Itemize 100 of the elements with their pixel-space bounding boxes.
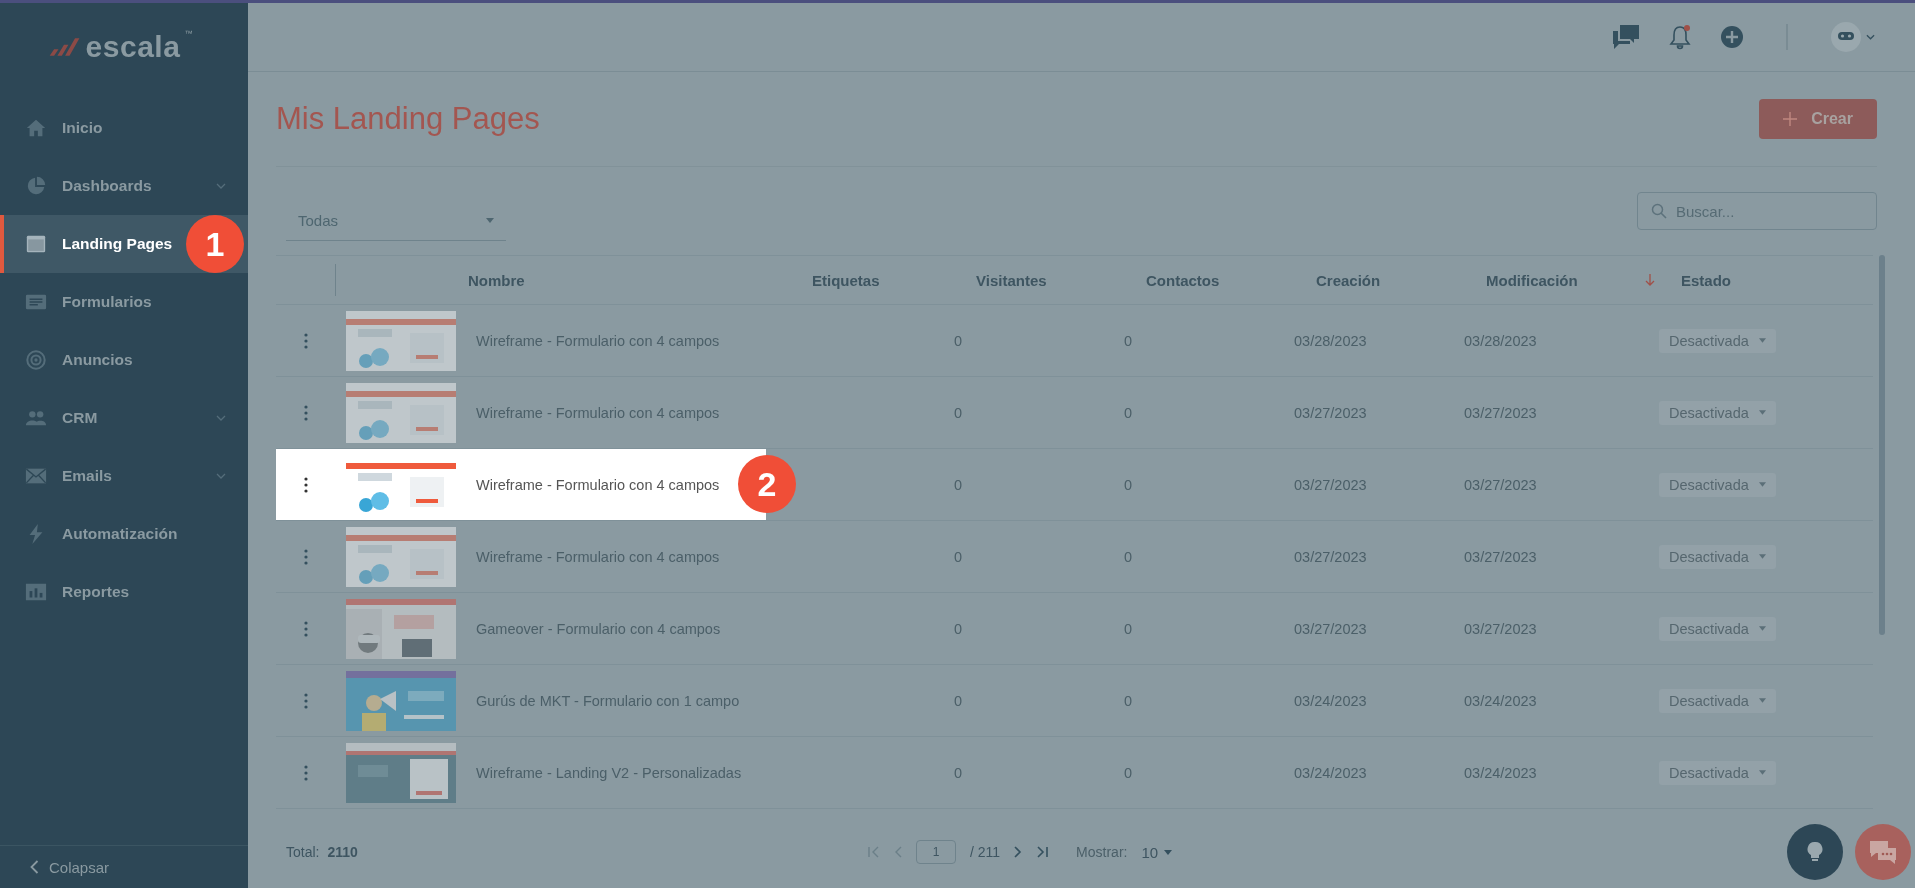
table-cell[interactable]: Wireframe - Formulario con 4 campos — [476, 476, 720, 493]
table-cell[interactable]: Wireframe - Landing V2 - Personalizadas — [476, 764, 742, 781]
table-cell[interactable]: Gameover - Formulario con 4 campos — [476, 620, 721, 637]
trademark-mark: ™ — [184, 29, 193, 38]
caret-down-icon — [1758, 554, 1766, 559]
search-icon — [1651, 203, 1667, 219]
caret-down-icon — [1758, 626, 1766, 631]
sidebar-item[interactable]: Emails — [0, 447, 248, 505]
sidebar-item[interactable]: Dashboards — [0, 157, 248, 215]
page-size-dropdown[interactable]: 10 — [1141, 843, 1173, 861]
table-cell-text: 03/27/2023 — [1464, 476, 1538, 493]
caret-down-icon — [1758, 770, 1766, 775]
table-cell-text: 0 — [954, 404, 964, 421]
home-icon — [24, 117, 48, 139]
column-header[interactable]: Modificación — [1486, 271, 1578, 289]
table-cell-text: 0 — [954, 764, 964, 781]
target-icon — [24, 349, 48, 371]
table-cell-text: 03/27/2023 — [1294, 548, 1368, 565]
step-badge: 2 — [738, 455, 796, 513]
logo-text: escala — [85, 30, 181, 64]
scrollbar[interactable] — [1879, 255, 1885, 635]
column-header[interactable]: Estado — [1681, 271, 1731, 289]
filter-dropdown[interactable]: Todas — [286, 201, 506, 241]
table-cell-text: 03/27/2023 — [1294, 620, 1368, 637]
status-dropdown[interactable]: Desactivada — [1659, 688, 1776, 713]
bar-chart-icon — [24, 581, 48, 603]
create-button[interactable]: Crear — [1759, 99, 1877, 139]
table-cell-text: 0 — [1124, 692, 1134, 709]
status-dropdown[interactable]: Desactivada — [1659, 760, 1776, 785]
table-cell-text: 0 — [1124, 548, 1134, 565]
column-header[interactable]: Nombre — [468, 271, 525, 289]
chevron-down-icon — [216, 473, 226, 479]
tips-button[interactable] — [1787, 824, 1843, 880]
table-cell-text: 0 — [1124, 476, 1134, 493]
table-cell-text: 03/27/2023 — [1464, 404, 1538, 421]
sidebar-item[interactable]: Landing Pages 1 — [0, 215, 248, 273]
bell-icon[interactable] — [1668, 24, 1692, 50]
caret-down-icon — [1758, 410, 1766, 415]
chat-icon[interactable] — [1612, 24, 1640, 50]
sidebar-item[interactable]: CRM — [0, 389, 248, 447]
column-header[interactable]: Creación — [1316, 271, 1381, 289]
status-dropdown[interactable]: Desactivada — [1659, 472, 1776, 497]
chevron-down-icon — [216, 415, 226, 421]
chat-button[interactable] — [1855, 824, 1911, 880]
table-cell-text: 03/27/2023 — [1294, 476, 1368, 493]
table-cell-text: 03/27/2023 — [1464, 620, 1538, 637]
table-cell-text: 03/24/2023 — [1294, 692, 1368, 709]
table-cell-text: 03/27/2023 — [1294, 404, 1368, 421]
table-cell-text: 0 — [1124, 332, 1134, 349]
chevron-left-icon — [30, 860, 39, 874]
column-header[interactable]: Etiquetas — [812, 271, 880, 289]
sidebar-item[interactable]: Reportes — [0, 563, 248, 621]
status-dropdown[interactable]: Desactivada — [1659, 400, 1776, 425]
table-cell-text: 0 — [954, 476, 964, 493]
status-dropdown[interactable]: Desactivada — [1659, 328, 1776, 353]
sidebar-item[interactable]: Formularios — [0, 273, 248, 331]
table-cell-text: 0 — [1124, 764, 1134, 781]
user-menu[interactable] — [1830, 21, 1875, 53]
table-cell-text: 03/27/2023 — [1464, 548, 1538, 565]
status-dropdown[interactable]: Desactivada — [1659, 544, 1776, 569]
table-cell[interactable]: Wireframe - Formulario con 4 campos — [476, 404, 720, 421]
sidebar-item[interactable]: Anuncios — [0, 331, 248, 389]
table-cell-text: 0 — [954, 620, 964, 637]
table-cell-text: 03/24/2023 — [1464, 692, 1538, 709]
last-page-icon[interactable] — [1036, 846, 1049, 858]
collapse-button[interactable]: Colapsar — [0, 845, 248, 888]
table-cell-text: 0 — [954, 332, 964, 349]
sidebar-item[interactable]: Inicio — [0, 99, 248, 157]
status-dropdown[interactable]: Desactivada — [1659, 616, 1776, 641]
sidebar-item[interactable]: Automatización — [0, 505, 248, 563]
sort-arrow-icon[interactable] — [1645, 274, 1655, 286]
lightbulb-icon — [1807, 841, 1823, 863]
table-cell[interactable]: Gurús de MKT - Formulario con 1 campo — [476, 692, 740, 709]
column-header[interactable]: Contactos — [1146, 271, 1220, 289]
next-page-icon[interactable] — [1014, 846, 1023, 858]
page-title: Mis Landing Pages — [276, 101, 540, 137]
browser-window-icon — [24, 233, 48, 255]
table-cell-text: 0 — [954, 692, 964, 709]
table-cell-text: 03/28/2023 — [1464, 332, 1538, 349]
caret-down-icon — [1164, 849, 1173, 855]
add-icon[interactable] — [1720, 25, 1744, 49]
more-options-icon[interactable] — [304, 476, 308, 493]
table-cell-text: 0 — [1124, 620, 1134, 637]
table-cell[interactable]: Wireframe - Formulario con 4 campos — [476, 332, 720, 349]
total-label: Total: — [286, 844, 320, 860]
page-count: / 211 — [970, 844, 1001, 860]
chevron-down-icon — [216, 183, 226, 189]
table-cell[interactable]: Wireframe - Formulario con 4 campos — [476, 548, 720, 565]
page-size-label: Mostrar: — [1076, 844, 1128, 860]
caret-down-icon — [1758, 482, 1766, 487]
table-cell-text: 03/24/2023 — [1464, 764, 1538, 781]
page-field[interactable]: 1 — [916, 840, 956, 864]
step-badge: 1 — [186, 215, 244, 273]
avatar-icon — [1830, 21, 1862, 53]
table-cell-text: 03/24/2023 — [1294, 764, 1368, 781]
chat-bubbles-icon — [1868, 839, 1898, 865]
chevron-down-icon — [1866, 34, 1875, 40]
column-header[interactable]: Visitantes — [976, 271, 1047, 289]
table-cell-text: 0 — [954, 548, 964, 565]
caret-down-icon — [1758, 338, 1766, 343]
